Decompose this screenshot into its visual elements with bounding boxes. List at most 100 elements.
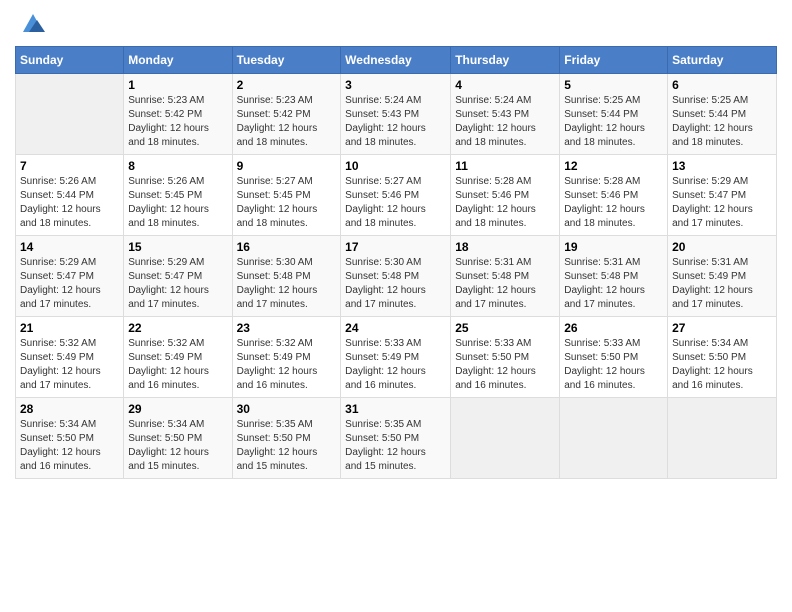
day-number: 30 bbox=[237, 402, 337, 416]
calendar-cell: 17 Sunrise: 5:30 AM Sunset: 5:48 PM Dayli… bbox=[341, 236, 451, 317]
calendar-cell: 31Sunrise: 5:35 AM Sunset: 5:50 PM Dayli… bbox=[341, 398, 451, 479]
day-number: 23 bbox=[237, 321, 337, 335]
calendar-cell: 19Sunrise: 5:31 AM Sunset: 5:48 PM Dayli… bbox=[560, 236, 668, 317]
day-info: Sunrise: 5:27 AM Sunset: 5:45 PM Dayligh… bbox=[237, 175, 337, 231]
day-number: 6 bbox=[672, 78, 772, 92]
calendar-cell: 18 Sunrise: 5:31 AM Sunset: 5:48 PM Dayli… bbox=[451, 236, 560, 317]
calendar-cell: 4Sunrise: 5:24 AM Sunset: 5:43 PM Daylig… bbox=[451, 74, 560, 155]
calendar-day-header: Saturday bbox=[668, 47, 777, 74]
day-number: 14 bbox=[20, 240, 119, 254]
calendar-cell bbox=[451, 398, 560, 479]
logo bbox=[15, 10, 47, 38]
day-info: Sunrise: 5:30 AM Sunset: 5:48 PM Dayligh… bbox=[345, 256, 446, 312]
calendar-cell: 8 Sunrise: 5:26 AM Sunset: 5:45 PM Daylig… bbox=[124, 155, 232, 236]
calendar-cell: 24 Sunrise: 5:33 AM Sunset: 5:49 PM Dayli… bbox=[341, 317, 451, 398]
day-info: Sunrise: 5:35 AM Sunset: 5:50 PM Dayligh… bbox=[345, 418, 446, 474]
day-info: Sunrise: 5:26 AM Sunset: 5:44 PM Dayligh… bbox=[20, 175, 119, 231]
day-info: Sunrise: 5:31 AM Sunset: 5:49 PM Dayligh… bbox=[672, 256, 772, 312]
calendar-day-header: Friday bbox=[560, 47, 668, 74]
calendar-week-row: 28 Sunrise: 5:34 AM Sunset: 5:50 PM Dayli… bbox=[16, 398, 777, 479]
day-info: Sunrise: 5:23 AM Sunset: 5:42 PM Dayligh… bbox=[128, 94, 227, 150]
calendar-cell: 1 Sunrise: 5:23 AM Sunset: 5:42 PM Daylig… bbox=[124, 74, 232, 155]
calendar-cell bbox=[668, 398, 777, 479]
day-number: 26 bbox=[564, 321, 663, 335]
day-info: Sunrise: 5:25 AM Sunset: 5:44 PM Dayligh… bbox=[672, 94, 772, 150]
day-info: Sunrise: 5:24 AM Sunset: 5:43 PM Dayligh… bbox=[345, 94, 446, 150]
day-number: 10 bbox=[345, 159, 446, 173]
calendar-day-header: Thursday bbox=[451, 47, 560, 74]
calendar-day-header: Monday bbox=[124, 47, 232, 74]
day-number: 8 bbox=[128, 159, 227, 173]
calendar-day-header: Tuesday bbox=[232, 47, 341, 74]
day-number: 20 bbox=[672, 240, 772, 254]
calendar-cell: 13 Sunrise: 5:29 AM Sunset: 5:47 PM Dayli… bbox=[668, 155, 777, 236]
calendar-cell: 23 Sunrise: 5:32 AM Sunset: 5:49 PM Dayli… bbox=[232, 317, 341, 398]
day-number: 3 bbox=[345, 78, 446, 92]
calendar-cell: 2Sunrise: 5:23 AM Sunset: 5:42 PM Daylig… bbox=[232, 74, 341, 155]
day-info: Sunrise: 5:33 AM Sunset: 5:49 PM Dayligh… bbox=[345, 337, 446, 393]
day-number: 2 bbox=[237, 78, 337, 92]
day-info: Sunrise: 5:28 AM Sunset: 5:46 PM Dayligh… bbox=[455, 175, 555, 231]
day-number: 15 bbox=[128, 240, 227, 254]
day-info: Sunrise: 5:33 AM Sunset: 5:50 PM Dayligh… bbox=[455, 337, 555, 393]
day-number: 24 bbox=[345, 321, 446, 335]
calendar-cell bbox=[560, 398, 668, 479]
calendar-cell: 28 Sunrise: 5:34 AM Sunset: 5:50 PM Dayli… bbox=[16, 398, 124, 479]
day-number: 25 bbox=[455, 321, 555, 335]
day-info: Sunrise: 5:33 AM Sunset: 5:50 PM Dayligh… bbox=[564, 337, 663, 393]
day-number: 13 bbox=[672, 159, 772, 173]
day-info: Sunrise: 5:35 AM Sunset: 5:50 PM Dayligh… bbox=[237, 418, 337, 474]
calendar-cell: 10 Sunrise: 5:27 AM Sunset: 5:46 PM Dayli… bbox=[341, 155, 451, 236]
day-number: 21 bbox=[20, 321, 119, 335]
calendar-cell: 29 Sunrise: 5:34 AM Sunset: 5:50 PM Dayli… bbox=[124, 398, 232, 479]
logo-icon bbox=[19, 10, 47, 38]
day-info: Sunrise: 5:25 AM Sunset: 5:44 PM Dayligh… bbox=[564, 94, 663, 150]
day-info: Sunrise: 5:32 AM Sunset: 5:49 PM Dayligh… bbox=[237, 337, 337, 393]
day-info: Sunrise: 5:27 AM Sunset: 5:46 PM Dayligh… bbox=[345, 175, 446, 231]
calendar-week-row: 14 Sunrise: 5:29 AM Sunset: 5:47 PM Dayli… bbox=[16, 236, 777, 317]
calendar-cell: 22Sunrise: 5:32 AM Sunset: 5:49 PM Dayli… bbox=[124, 317, 232, 398]
day-number: 16 bbox=[237, 240, 337, 254]
day-number: 22 bbox=[128, 321, 227, 335]
calendar-cell: 15 Sunrise: 5:29 AM Sunset: 5:47 PM Dayli… bbox=[124, 236, 232, 317]
calendar-cell: 9 Sunrise: 5:27 AM Sunset: 5:45 PM Daylig… bbox=[232, 155, 341, 236]
calendar-cell: 3 Sunrise: 5:24 AM Sunset: 5:43 PM Daylig… bbox=[341, 74, 451, 155]
calendar-cell: 25 Sunrise: 5:33 AM Sunset: 5:50 PM Dayli… bbox=[451, 317, 560, 398]
calendar-week-row: 21 Sunrise: 5:32 AM Sunset: 5:49 PM Dayli… bbox=[16, 317, 777, 398]
day-info: Sunrise: 5:34 AM Sunset: 5:50 PM Dayligh… bbox=[128, 418, 227, 474]
calendar-cell bbox=[16, 74, 124, 155]
day-number: 1 bbox=[128, 78, 227, 92]
day-info: Sunrise: 5:26 AM Sunset: 5:45 PM Dayligh… bbox=[128, 175, 227, 231]
calendar-day-header: Sunday bbox=[16, 47, 124, 74]
calendar-cell: 12Sunrise: 5:28 AM Sunset: 5:46 PM Dayli… bbox=[560, 155, 668, 236]
day-number: 11 bbox=[455, 159, 555, 173]
day-number: 5 bbox=[564, 78, 663, 92]
day-info: Sunrise: 5:29 AM Sunset: 5:47 PM Dayligh… bbox=[672, 175, 772, 231]
calendar-cell: 27Sunrise: 5:34 AM Sunset: 5:50 PM Dayli… bbox=[668, 317, 777, 398]
day-info: Sunrise: 5:34 AM Sunset: 5:50 PM Dayligh… bbox=[20, 418, 119, 474]
day-number: 9 bbox=[237, 159, 337, 173]
calendar-week-row: 7 Sunrise: 5:26 AM Sunset: 5:44 PM Daylig… bbox=[16, 155, 777, 236]
day-info: Sunrise: 5:29 AM Sunset: 5:47 PM Dayligh… bbox=[128, 256, 227, 312]
calendar-table: SundayMondayTuesdayWednesdayThursdayFrid… bbox=[15, 46, 777, 479]
day-number: 4 bbox=[455, 78, 555, 92]
day-info: Sunrise: 5:28 AM Sunset: 5:46 PM Dayligh… bbox=[564, 175, 663, 231]
page-header bbox=[15, 10, 777, 38]
calendar-cell: 20 Sunrise: 5:31 AM Sunset: 5:49 PM Dayli… bbox=[668, 236, 777, 317]
calendar-cell: 11 Sunrise: 5:28 AM Sunset: 5:46 PM Dayli… bbox=[451, 155, 560, 236]
day-info: Sunrise: 5:31 AM Sunset: 5:48 PM Dayligh… bbox=[455, 256, 555, 312]
calendar-day-header: Wednesday bbox=[341, 47, 451, 74]
calendar-header-row: SundayMondayTuesdayWednesdayThursdayFrid… bbox=[16, 47, 777, 74]
day-number: 18 bbox=[455, 240, 555, 254]
day-info: Sunrise: 5:31 AM Sunset: 5:48 PM Dayligh… bbox=[564, 256, 663, 312]
day-number: 28 bbox=[20, 402, 119, 416]
calendar-cell: 6 Sunrise: 5:25 AM Sunset: 5:44 PM Daylig… bbox=[668, 74, 777, 155]
calendar-cell: 26 Sunrise: 5:33 AM Sunset: 5:50 PM Dayli… bbox=[560, 317, 668, 398]
day-number: 17 bbox=[345, 240, 446, 254]
day-number: 7 bbox=[20, 159, 119, 173]
calendar-cell: 14Sunrise: 5:29 AM Sunset: 5:47 PM Dayli… bbox=[16, 236, 124, 317]
day-number: 29 bbox=[128, 402, 227, 416]
calendar-week-row: 1 Sunrise: 5:23 AM Sunset: 5:42 PM Daylig… bbox=[16, 74, 777, 155]
day-number: 27 bbox=[672, 321, 772, 335]
day-info: Sunrise: 5:30 AM Sunset: 5:48 PM Dayligh… bbox=[237, 256, 337, 312]
